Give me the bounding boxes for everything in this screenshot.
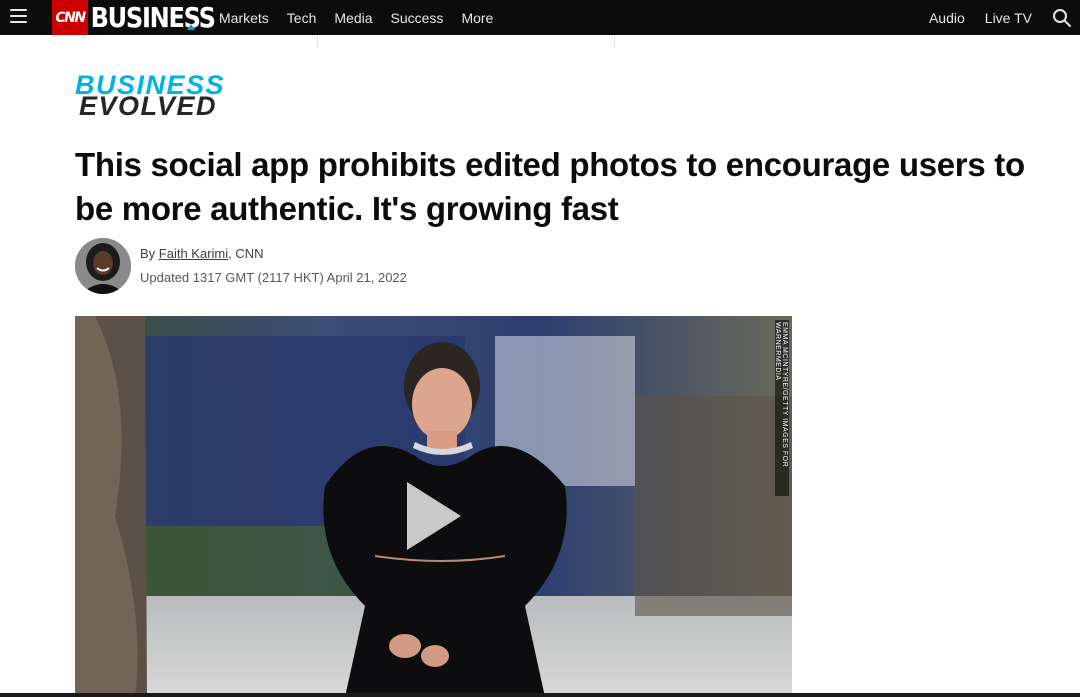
hamburger-menu-icon[interactable] <box>10 9 27 24</box>
business-logo-accent <box>187 24 195 30</box>
byline-prefix: By <box>140 246 159 261</box>
photo-credit: EMMA MCINTYRE/GETTY IMAGES FOR WARNERMED… <box>774 320 789 496</box>
author-avatar[interactable] <box>75 238 131 294</box>
article-headline: This social app prohibits edited photos … <box>75 146 1025 227</box>
byline-suffix: , CNN <box>228 246 264 261</box>
cnn-logo: CNN <box>52 0 88 35</box>
nav-divider <box>317 35 318 47</box>
video-player[interactable]: EMMA MCINTYRE/GETTY IMAGES FOR WARNERMED… <box>75 316 792 697</box>
nav-right: Audio Live TV <box>929 0 1080 35</box>
article-timestamp: Updated 1317 GMT (2117 HKT) April 21, 20… <box>140 270 407 285</box>
section-logo-line2: EVOLVED <box>79 91 218 121</box>
byline: By Faith Karimi, CNN <box>140 246 264 261</box>
nav-link-live-tv[interactable]: Live TV <box>985 10 1032 26</box>
page-bottom-edge <box>0 693 1080 697</box>
business-wordmark: BUSINESS <box>90 1 216 34</box>
top-nav: CNN BUSINESS Markets Tech Media Success … <box>0 0 1080 35</box>
nav-divider <box>614 35 615 47</box>
nav-link-media[interactable]: Media <box>334 10 372 26</box>
nav-link-audio[interactable]: Audio <box>929 10 965 26</box>
section-nav: Markets Tech Media Success More <box>219 0 511 35</box>
search-icon[interactable] <box>1052 8 1072 28</box>
nav-link-markets[interactable]: Markets <box>219 10 269 26</box>
author-link[interactable]: Faith Karimi <box>159 246 228 261</box>
business-evolved-logo[interactable]: BUSINESS EVOLVED <box>75 71 225 121</box>
play-icon[interactable] <box>407 482 461 550</box>
nav-link-tech[interactable]: Tech <box>287 10 317 26</box>
nav-link-success[interactable]: Success <box>391 10 444 26</box>
nav-link-more[interactable]: More <box>461 10 493 26</box>
cnn-business-logo[interactable]: CNN BUSINESS <box>52 0 235 35</box>
